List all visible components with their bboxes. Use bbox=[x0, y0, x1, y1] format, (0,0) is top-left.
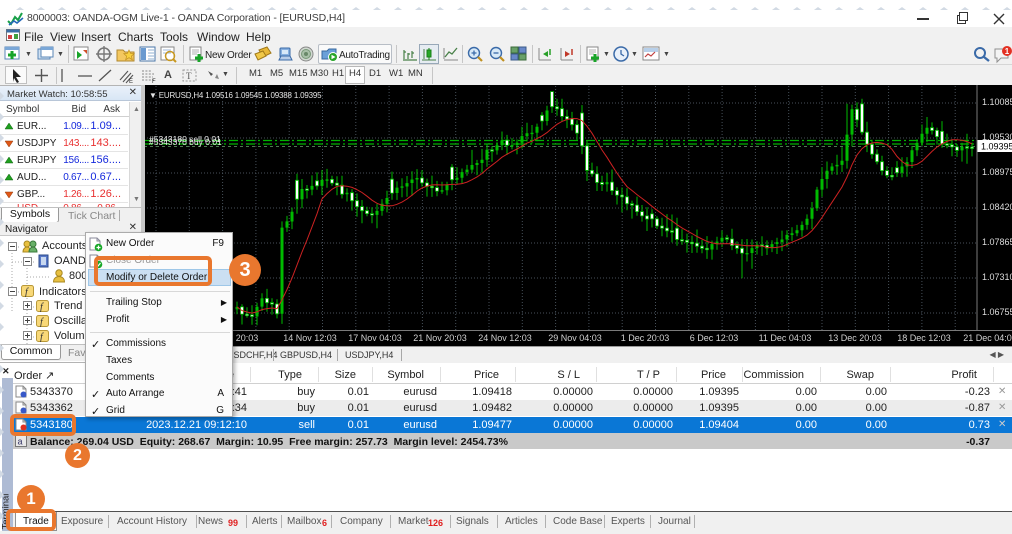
svg-text:1 Dec 20:03: 1 Dec 20:03 bbox=[621, 333, 670, 343]
svg-text:E: E bbox=[129, 79, 133, 84]
svg-text:6 Dec 12:03: 6 Dec 12:03 bbox=[690, 333, 739, 343]
svg-text:F: F bbox=[152, 79, 156, 84]
svg-text:1.08975: 1.08975 bbox=[982, 167, 1012, 177]
svg-text:T: T bbox=[186, 71, 192, 81]
svg-text:1.07310: 1.07310 bbox=[982, 272, 1012, 282]
svg-text:14 Nov 12:03: 14 Nov 12:03 bbox=[283, 333, 337, 343]
svg-text:13 Dec 20:03: 13 Dec 20:03 bbox=[828, 333, 882, 343]
svg-text:21 Dec 04:03: 21 Dec 04:03 bbox=[963, 333, 1012, 343]
svg-text:#5343370 buy 0.01: #5343370 buy 0.01 bbox=[149, 137, 222, 147]
svg-text:11 Dec 04:03: 11 Dec 04:03 bbox=[759, 333, 812, 343]
svg-text:1.06755: 1.06755 bbox=[982, 307, 1012, 317]
svg-text:1.09395: 1.09395 bbox=[981, 142, 1012, 152]
svg-text:1.10085: 1.10085 bbox=[982, 97, 1012, 107]
svg-text:▼ EURUSD,H4 1.09516 1.09545 1: ▼ EURUSD,H4 1.09516 1.09545 1.09388 1.09… bbox=[149, 91, 322, 100]
svg-text:1.07865: 1.07865 bbox=[982, 237, 1012, 247]
svg-text:21 Nov 20:03: 21 Nov 20:03 bbox=[413, 333, 467, 343]
svg-text:a: a bbox=[18, 437, 23, 447]
svg-text:1.08420: 1.08420 bbox=[982, 202, 1012, 212]
svg-text:1: 1 bbox=[1005, 47, 1010, 56]
svg-text:18 Dec 12:03: 18 Dec 12:03 bbox=[897, 333, 951, 343]
svg-text:29 Nov 04:03: 29 Nov 04:03 bbox=[548, 333, 602, 343]
svg-text:17 Nov 04:03: 17 Nov 04:03 bbox=[348, 333, 402, 343]
svg-text:20:03: 20:03 bbox=[236, 333, 259, 343]
svg-text:24 Nov 12:03: 24 Nov 12:03 bbox=[478, 333, 532, 343]
